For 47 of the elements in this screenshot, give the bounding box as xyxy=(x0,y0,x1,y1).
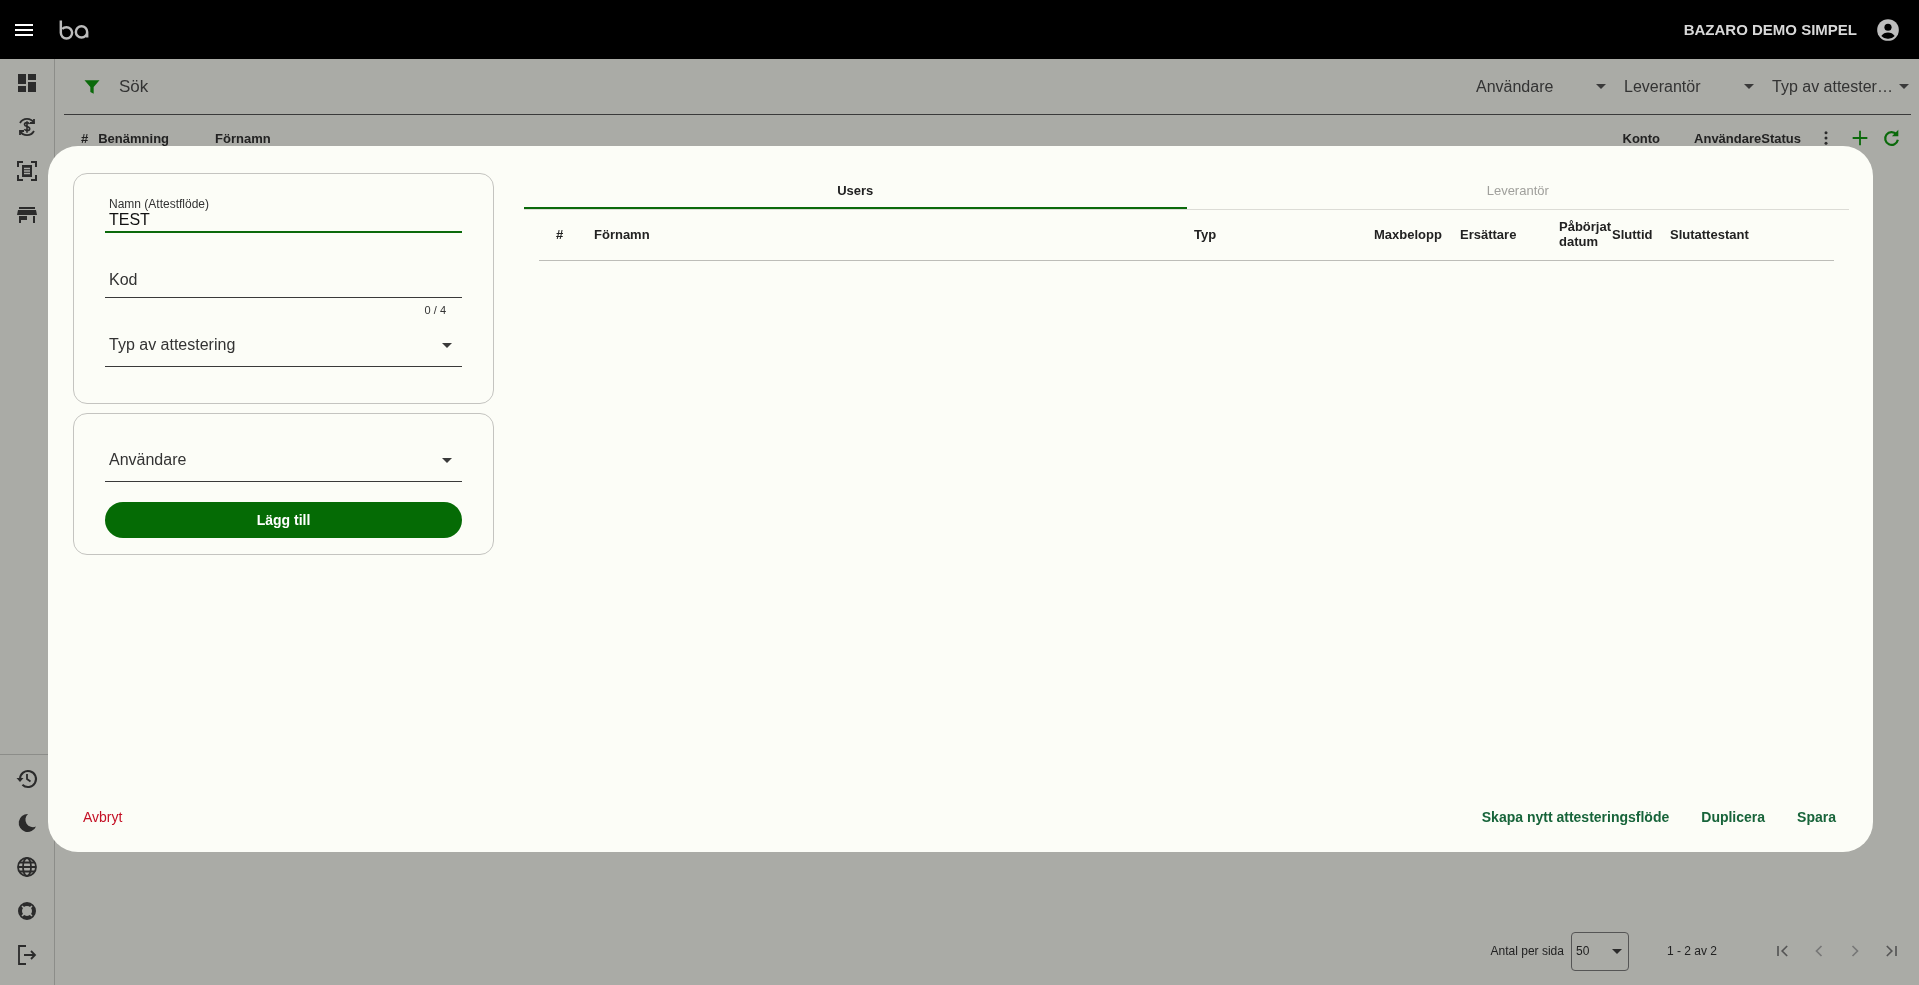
page-size-select[interactable]: 50 xyxy=(1570,931,1629,971)
column-header: Användare xyxy=(1694,130,1762,146)
filter-dropdown[interactable]: Användare xyxy=(1476,77,1606,96)
caret-icon xyxy=(442,342,452,348)
lifebuoy-icon[interactable] xyxy=(15,899,39,923)
action-button[interactable]: Spara xyxy=(1797,805,1836,829)
column-header: Status xyxy=(1761,130,1801,146)
user-select[interactable]: Användare xyxy=(105,439,462,482)
search-field[interactable]: Sök xyxy=(119,76,149,97)
column-header: Slutattestant xyxy=(1670,227,1750,243)
column-header: # xyxy=(81,130,89,146)
column-header: Ersättare xyxy=(1460,227,1518,243)
column-header: Förnamn xyxy=(594,227,651,243)
caret-icon xyxy=(1744,84,1754,89)
caret-icon xyxy=(442,457,452,463)
document-scan-icon[interactable] xyxy=(15,159,39,183)
history-icon[interactable] xyxy=(15,767,39,791)
code-field[interactable]: Kod xyxy=(105,255,462,298)
logout-icon[interactable] xyxy=(15,943,39,967)
dashboard-icon[interactable] xyxy=(15,71,39,95)
action-button[interactable]: Duplicera xyxy=(1701,805,1766,829)
add-button[interactable]: Lägg till xyxy=(105,502,462,538)
page-range: 1 - 2 av 2 xyxy=(1666,944,1717,958)
globe-icon[interactable] xyxy=(15,855,39,879)
caret-icon xyxy=(1596,84,1606,89)
page-size-label: Antal per sida xyxy=(1490,944,1564,958)
caret-icon xyxy=(1611,948,1622,954)
column-header: Förnamn xyxy=(215,130,271,146)
type-select[interactable]: Typ av attestering xyxy=(105,324,462,367)
column-header: Påbörjat datum xyxy=(1559,220,1612,250)
column-header: Sluttid xyxy=(1612,227,1654,243)
filter-dropdown[interactable]: Typ av attester… xyxy=(1772,77,1909,96)
name-field[interactable]: Namn (Attestflöde) TEST xyxy=(105,190,462,233)
company-name: BAZARO DEMO SIMPEL xyxy=(1683,21,1857,38)
account-icon[interactable] xyxy=(1875,16,1901,43)
cancel-button[interactable]: Avbryt xyxy=(83,805,123,829)
filter-dropdown[interactable]: Leverantör xyxy=(1624,77,1754,96)
action-button[interactable]: Skapa nytt attesteringsflöde xyxy=(1481,805,1670,829)
column-header: Konto xyxy=(1622,130,1661,146)
tab[interactable]: Users xyxy=(524,173,1187,209)
more-icon[interactable] xyxy=(1823,129,1829,147)
caret-icon xyxy=(1899,84,1909,89)
column-header: Maxbelopp xyxy=(1374,227,1443,243)
column-header: Benämning xyxy=(98,130,170,146)
character-counter: 0 / 4 xyxy=(424,304,446,316)
column-header: # xyxy=(556,227,565,243)
column-header: Typ xyxy=(1194,227,1218,243)
